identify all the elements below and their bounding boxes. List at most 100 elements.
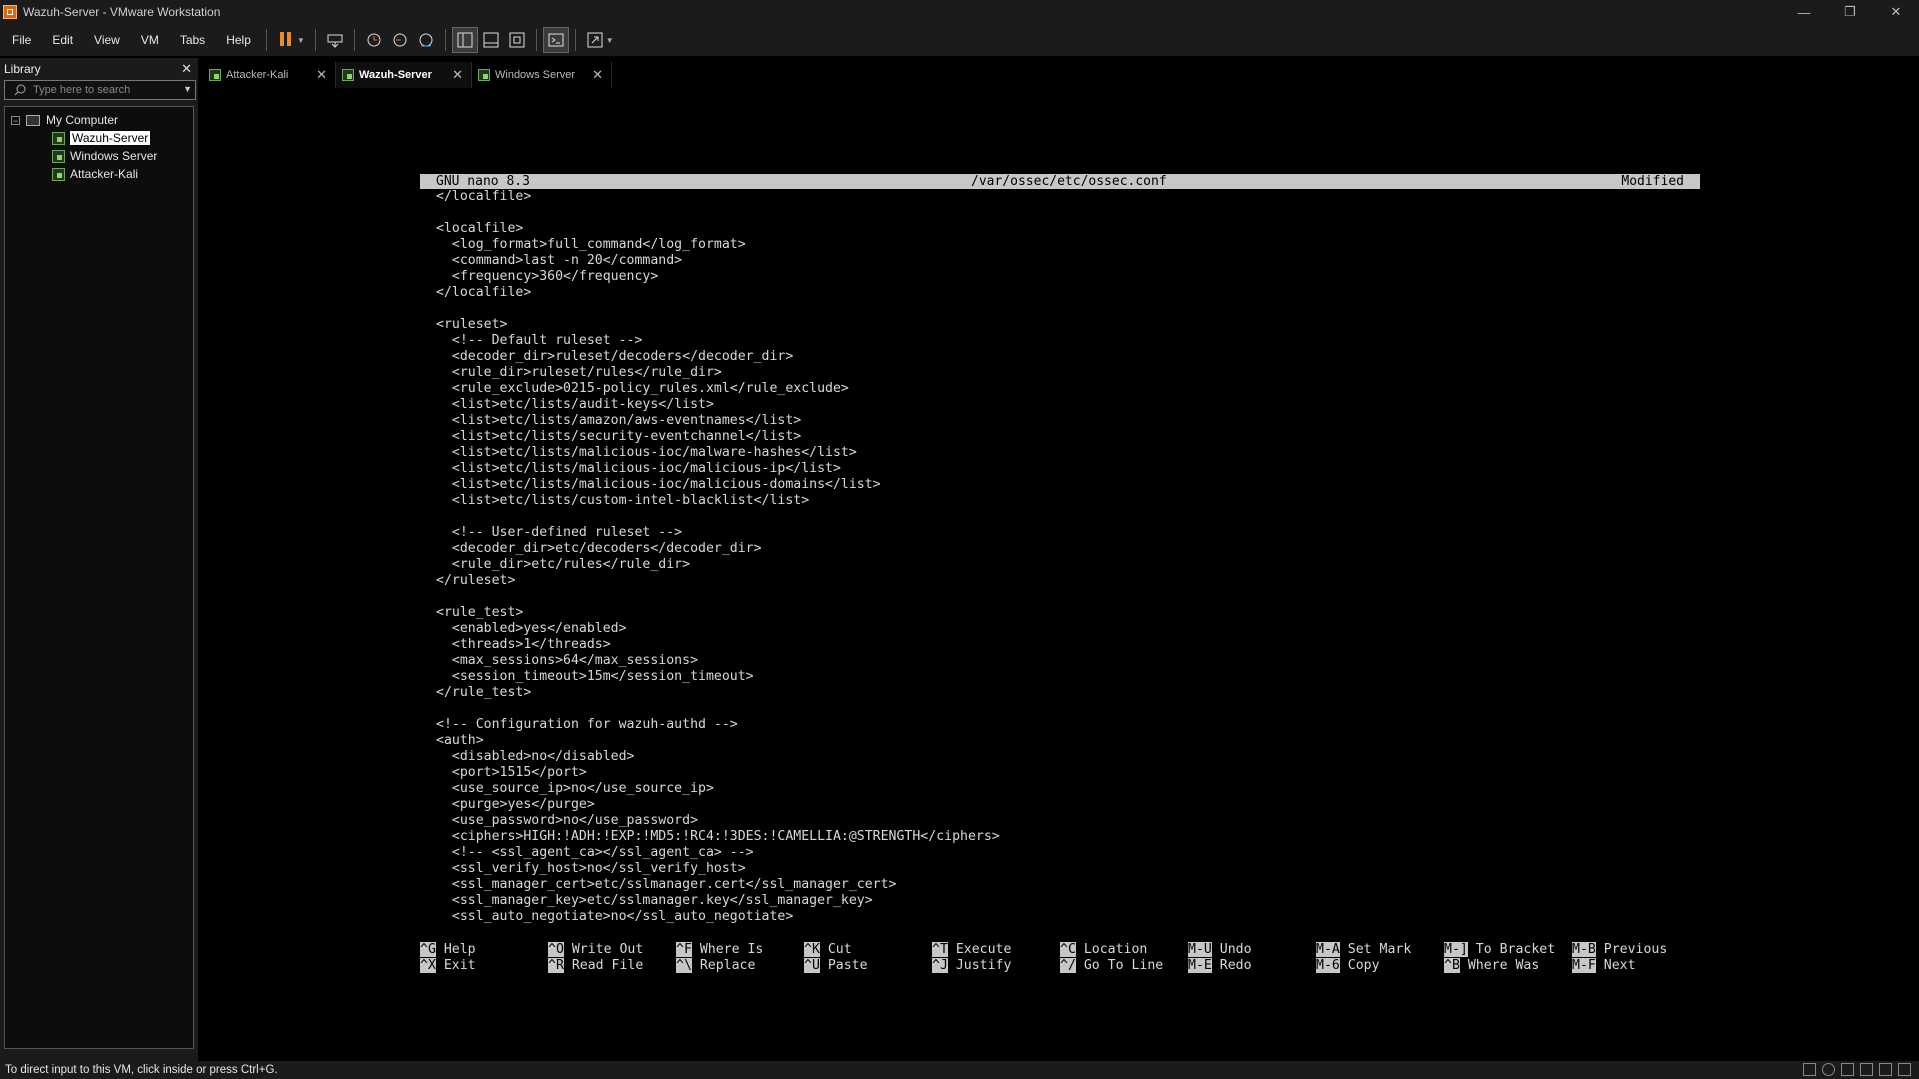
console-view-button[interactable] xyxy=(542,27,569,53)
send-ctrl-alt-del-button[interactable] xyxy=(322,27,348,53)
tab-label: Wazuh-Server xyxy=(359,69,432,81)
text-line xyxy=(436,205,1700,221)
shortcut-location[interactable]: ^C Location xyxy=(1060,942,1147,958)
text-line: <frequency>360</frequency> xyxy=(436,269,659,284)
shortcut-go-to-line[interactable]: ^/ Go To Line xyxy=(1060,958,1163,974)
minimize-button[interactable]: — xyxy=(1781,0,1827,24)
full-screen-button[interactable] xyxy=(504,27,530,53)
pause-button[interactable] xyxy=(273,27,299,53)
message-log-icon[interactable] xyxy=(1898,1063,1911,1076)
shortcut-cut[interactable]: ^K Cut xyxy=(804,942,852,958)
shortcut-paste[interactable]: ^U Paste xyxy=(804,958,868,974)
text-line: <ciphers>HIGH:!ADH:!EXP:!MD5:!RC4:!3DES:… xyxy=(436,829,1000,844)
text-line: <list>etc/lists/audit-keys</list> xyxy=(436,397,714,412)
shortcut-exit[interactable]: ^X Exit xyxy=(420,958,476,974)
shortcut-row: ^X Exit ^R Read File ^\ Replace ^U Paste… xyxy=(420,958,1700,974)
shortcut-help[interactable]: ^G Help xyxy=(420,942,476,958)
collapse-icon[interactable]: − xyxy=(11,115,20,125)
restore-button[interactable]: ❐ xyxy=(1827,0,1873,24)
text-line xyxy=(436,509,1700,525)
toolbar-separator xyxy=(265,29,267,51)
stretch-dropdown-icon[interactable]: ▼ xyxy=(606,36,614,45)
search-dropdown-icon[interactable]: ▼ xyxy=(183,84,192,94)
close-tab-icon[interactable]: ✕ xyxy=(592,67,603,83)
network-adapter-icon[interactable] xyxy=(1860,1063,1873,1076)
shortcut-previous[interactable]: M-B Previous xyxy=(1572,942,1667,958)
library-search-input[interactable] xyxy=(27,83,175,97)
nano-editor[interactable]: GNU nano 8.3 /var/ossec/etc/ossec.conf M… xyxy=(420,174,1700,925)
revert-snapshot-button[interactable] xyxy=(387,27,413,53)
floppy-icon[interactable] xyxy=(1841,1063,1854,1076)
text-line: <enabled>yes</enabled> xyxy=(436,621,627,636)
tab-attacker-kali[interactable]: Attacker-Kali ✕ xyxy=(203,62,336,88)
shortcut-justify[interactable]: ^J Justify xyxy=(932,958,1011,974)
tab-windows-server[interactable]: Windows Server ✕ xyxy=(472,62,612,88)
close-tab-icon[interactable]: ✕ xyxy=(316,67,327,83)
tab-wazuh-server[interactable]: Wazuh-Server ✕ xyxy=(336,62,472,88)
vm-icon xyxy=(52,167,65,181)
show-library-button[interactable] xyxy=(451,27,478,53)
hard-disk-icon[interactable] xyxy=(1803,1063,1816,1076)
shortcut-write-out[interactable]: ^O Write Out xyxy=(548,942,643,958)
text-line: <session_timeout>15m</session_timeout> xyxy=(436,669,754,684)
text-line: <use_source_ip>no</use_source_ip> xyxy=(436,781,714,796)
tree-item-my-computer[interactable]: − My Computer xyxy=(5,111,193,129)
shortcut-where-is[interactable]: ^F Where Is xyxy=(676,942,763,958)
thumbnail-bar-button[interactable] xyxy=(478,27,504,53)
text-line: <ssl_manager_cert>etc/sslmanager.cert</s… xyxy=(436,877,897,892)
nano-version: GNU nano 8.3 xyxy=(436,174,530,189)
shortcut-next[interactable]: M-F Next xyxy=(1572,958,1636,974)
text-line: <!-- User-defined ruleset --> xyxy=(436,525,683,540)
tree-item-wazuh-server[interactable]: Wazuh-Server xyxy=(5,129,193,147)
shortcut-redo[interactable]: M-E Redo xyxy=(1188,958,1252,974)
cd-drive-icon[interactable] xyxy=(1822,1063,1835,1076)
shortcut-undo[interactable]: M-U Undo xyxy=(1188,942,1252,958)
menu-view[interactable]: View xyxy=(82,33,129,47)
shortcut-read-file[interactable]: ^R Read File xyxy=(548,958,643,974)
text-line: </localfile> xyxy=(436,285,532,300)
shortcut-where-was[interactable]: ^B Where Was xyxy=(1444,958,1539,974)
tree-label: Wazuh-Server xyxy=(68,130,152,146)
stretch-guest-icon xyxy=(587,32,603,48)
shortcut-copy[interactable]: M-6 Copy xyxy=(1316,958,1380,974)
nano-buffer[interactable]: </localfile> <localfile> <log_format>ful… xyxy=(420,189,1700,925)
text-line: <list>etc/lists/malicious-ioc/malware-ha… xyxy=(436,445,857,460)
pause-dropdown-icon[interactable]: ▼ xyxy=(297,36,305,45)
vm-tab-bar: Attacker-Kali ✕ Wazuh-Server ✕ Windows S… xyxy=(203,62,612,88)
menu-file[interactable]: File xyxy=(0,33,40,47)
shortcut-execute[interactable]: ^T Execute xyxy=(932,942,1011,958)
tree-item-attacker-kali[interactable]: Attacker-Kali xyxy=(5,165,193,183)
stretch-guest-button[interactable] xyxy=(582,27,608,53)
tree-label: Attacker-Kali xyxy=(70,167,139,181)
close-library-icon[interactable]: ✕ xyxy=(181,61,192,77)
text-line xyxy=(436,589,1700,605)
close-tab-icon[interactable]: ✕ xyxy=(452,67,463,83)
text-line: </ruleset> xyxy=(436,573,516,588)
text-line: <rule_dir>ruleset/rules</rule_dir> xyxy=(436,365,722,380)
menu-tabs[interactable]: Tabs xyxy=(168,33,214,47)
text-line: <localfile> xyxy=(436,221,524,236)
close-window-button[interactable]: ✕ xyxy=(1873,0,1919,24)
snapshot-manager-button[interactable] xyxy=(413,27,439,53)
vm-icon xyxy=(52,131,65,145)
shortcut-replace[interactable]: ^\ Replace xyxy=(676,958,755,974)
shortcut-to-bracket[interactable]: M-] To Bracket xyxy=(1444,942,1555,958)
menu-edit[interactable]: Edit xyxy=(40,33,82,47)
vm-icon xyxy=(209,69,221,81)
menu-help[interactable]: Help xyxy=(214,33,260,47)
tree-item-windows-server[interactable]: Windows Server xyxy=(5,147,193,165)
nano-filename: /var/ossec/etc/ossec.conf xyxy=(971,174,1167,189)
status-bar: To direct input to this VM, click inside… xyxy=(0,1061,1919,1079)
usb-icon[interactable] xyxy=(1879,1063,1892,1076)
shortcut-set-mark[interactable]: M-A Set Mark xyxy=(1316,942,1411,958)
status-message: To direct input to this VM, click inside… xyxy=(5,1064,278,1076)
text-line: <list>etc/lists/amazon/aws-eventnames</l… xyxy=(436,413,802,428)
menu-vm[interactable]: VM xyxy=(129,33,168,47)
toolbar-separator xyxy=(535,29,537,51)
library-view-icon xyxy=(457,32,473,48)
full-screen-icon xyxy=(509,32,525,48)
take-snapshot-button[interactable] xyxy=(361,27,387,53)
library-tree: − My Computer Wazuh-Server Windows Serve… xyxy=(4,106,194,1049)
nano-title-bar: GNU nano 8.3 /var/ossec/etc/ossec.conf M… xyxy=(420,174,1700,189)
text-line: <threads>1</threads> xyxy=(436,637,611,652)
